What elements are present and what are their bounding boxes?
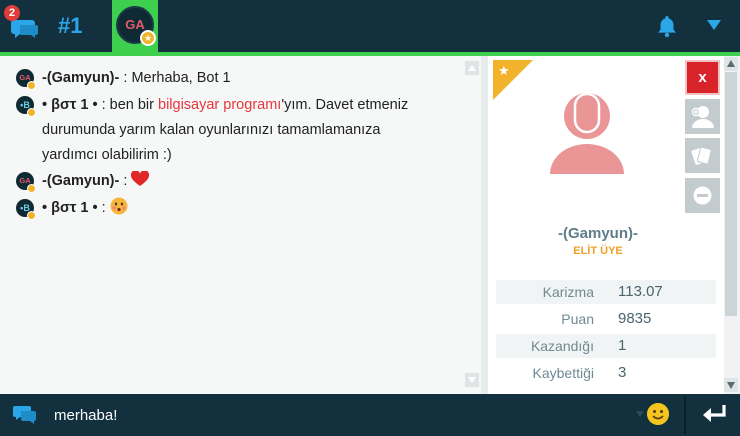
star-icon: ★ (498, 63, 510, 78)
bell-icon[interactable] (656, 14, 678, 38)
stat-label: Puan (561, 311, 594, 327)
stat-label: Kaybettiği (532, 365, 594, 381)
profile-scroll-up-button[interactable] (724, 57, 738, 71)
stat-value: 113.07 (618, 283, 663, 300)
ignore-user-button[interactable] (685, 178, 720, 213)
heart-emoji-icon (131, 170, 150, 186)
divider (684, 396, 686, 434)
star-icon (27, 108, 36, 117)
message-separator: : (97, 97, 110, 113)
block-icon (693, 186, 712, 205)
profile-name: -(Gamyun)- (558, 225, 638, 242)
program-link[interactable]: bilgisayar programı (158, 97, 281, 113)
message-nick[interactable]: -(Gamyun)- (42, 173, 119, 189)
chat-scroll-down-button[interactable] (465, 373, 479, 387)
stat-value: 9835 (618, 310, 652, 327)
chat-bubbles-icon[interactable] (12, 403, 38, 427)
stat-label: Kazandığı (530, 338, 594, 354)
top-bar (0, 0, 740, 52)
message-input[interactable] (48, 401, 632, 429)
star-icon (27, 211, 36, 220)
add-friend-icon (691, 106, 714, 128)
message-nick[interactable]: -(Gamyun)- (42, 70, 119, 86)
message-separator: : (97, 200, 110, 216)
stat-row-puan: Puan 9835 (496, 307, 716, 331)
stat-row-kaybettigi: Kaybettiği 3 (496, 361, 716, 385)
message-text: Merhaba, Bot 1 (131, 70, 231, 86)
message-text: ben bir (109, 97, 159, 113)
profile-scroll-down-button[interactable] (724, 378, 738, 392)
message-nick[interactable]: • βστ 1 • (42, 97, 98, 113)
message-text-continued: durumunda yarım kalan oyunlarınızı tamam… (42, 122, 381, 138)
cards-icon (691, 146, 712, 165)
add-friend-button[interactable] (685, 99, 720, 134)
star-icon: ★ (140, 30, 156, 46)
chat-scroll-up-button[interactable] (465, 61, 479, 75)
room-number[interactable]: #1 (58, 13, 82, 39)
message-separator: : (119, 173, 132, 189)
message-text: 'yım. Davet etmeniz (281, 97, 409, 113)
close-profile-button[interactable]: x (685, 60, 720, 95)
stat-row-kazandigi: Kazandığı 1 (496, 334, 716, 358)
message-text-continued: yardımcı olabilirim :) (42, 147, 172, 163)
unread-badge: 2 (4, 5, 20, 21)
send-enter-icon[interactable] (700, 403, 728, 425)
chat-scrollbar[interactable] (463, 56, 481, 394)
smiley-emoji-icon[interactable] (647, 403, 669, 425)
user-silhouette-icon (550, 92, 624, 174)
emoji-dropdown-icon[interactable] (636, 411, 644, 417)
invite-game-button[interactable] (685, 138, 720, 173)
stat-label: Karizma (542, 284, 594, 300)
profile-rank: ELİT ÜYE (573, 245, 623, 257)
stat-value: 3 (618, 364, 627, 381)
message-separator: : (119, 70, 132, 86)
kissing-face-emoji-icon (110, 197, 128, 215)
stat-value: 1 (618, 337, 627, 354)
star-icon (27, 81, 36, 90)
stat-row-karizma: Karizma 113.07 (496, 280, 716, 304)
menu-dropdown-icon[interactable] (707, 20, 721, 30)
profile-scroll-thumb[interactable] (725, 72, 737, 316)
message-nick[interactable]: • βστ 1 • (42, 200, 98, 216)
star-icon (27, 184, 36, 193)
close-icon: x (698, 69, 707, 86)
